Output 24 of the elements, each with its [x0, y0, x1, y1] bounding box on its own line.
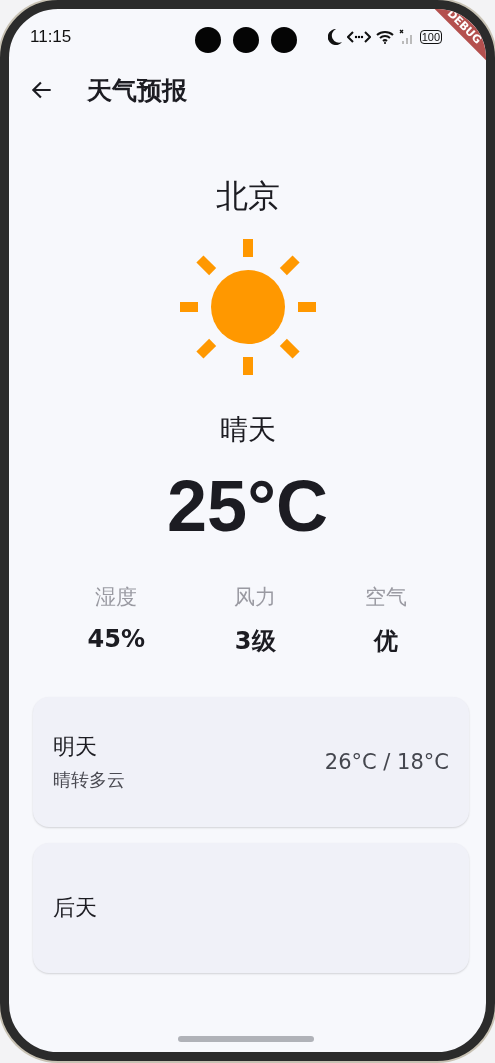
camera-icon — [271, 27, 297, 53]
sun-icon — [179, 239, 316, 375]
camera-icon — [233, 27, 259, 53]
current-temperature: 25°C — [167, 465, 328, 547]
battery-level: 100 — [419, 30, 442, 44]
page-title: 天气预报 — [87, 74, 187, 107]
camera-icon — [195, 27, 221, 53]
signal-icon — [398, 29, 415, 45]
stat-value: 优 — [374, 626, 399, 657]
stat-label: 空气 — [365, 584, 408, 611]
stat-value: 3级 — [234, 626, 276, 657]
forecast-day: 明天 — [53, 732, 125, 762]
stat-label: 风力 — [234, 584, 277, 611]
forecast-temperature: 26°C / 18°C — [324, 750, 449, 774]
weather-condition: 晴天 — [219, 412, 276, 448]
moon-icon — [327, 29, 342, 45]
stat-value: 45% — [87, 625, 146, 653]
forecast-day: 后天 — [53, 893, 97, 923]
code-icon — [346, 30, 371, 44]
stat-label: 湿度 — [95, 584, 138, 611]
wifi-icon — [375, 30, 394, 44]
city-name: 北京 — [215, 176, 280, 217]
forecast-condition: 晴转多云 — [53, 768, 125, 792]
status-time: 11:15 — [30, 27, 72, 47]
